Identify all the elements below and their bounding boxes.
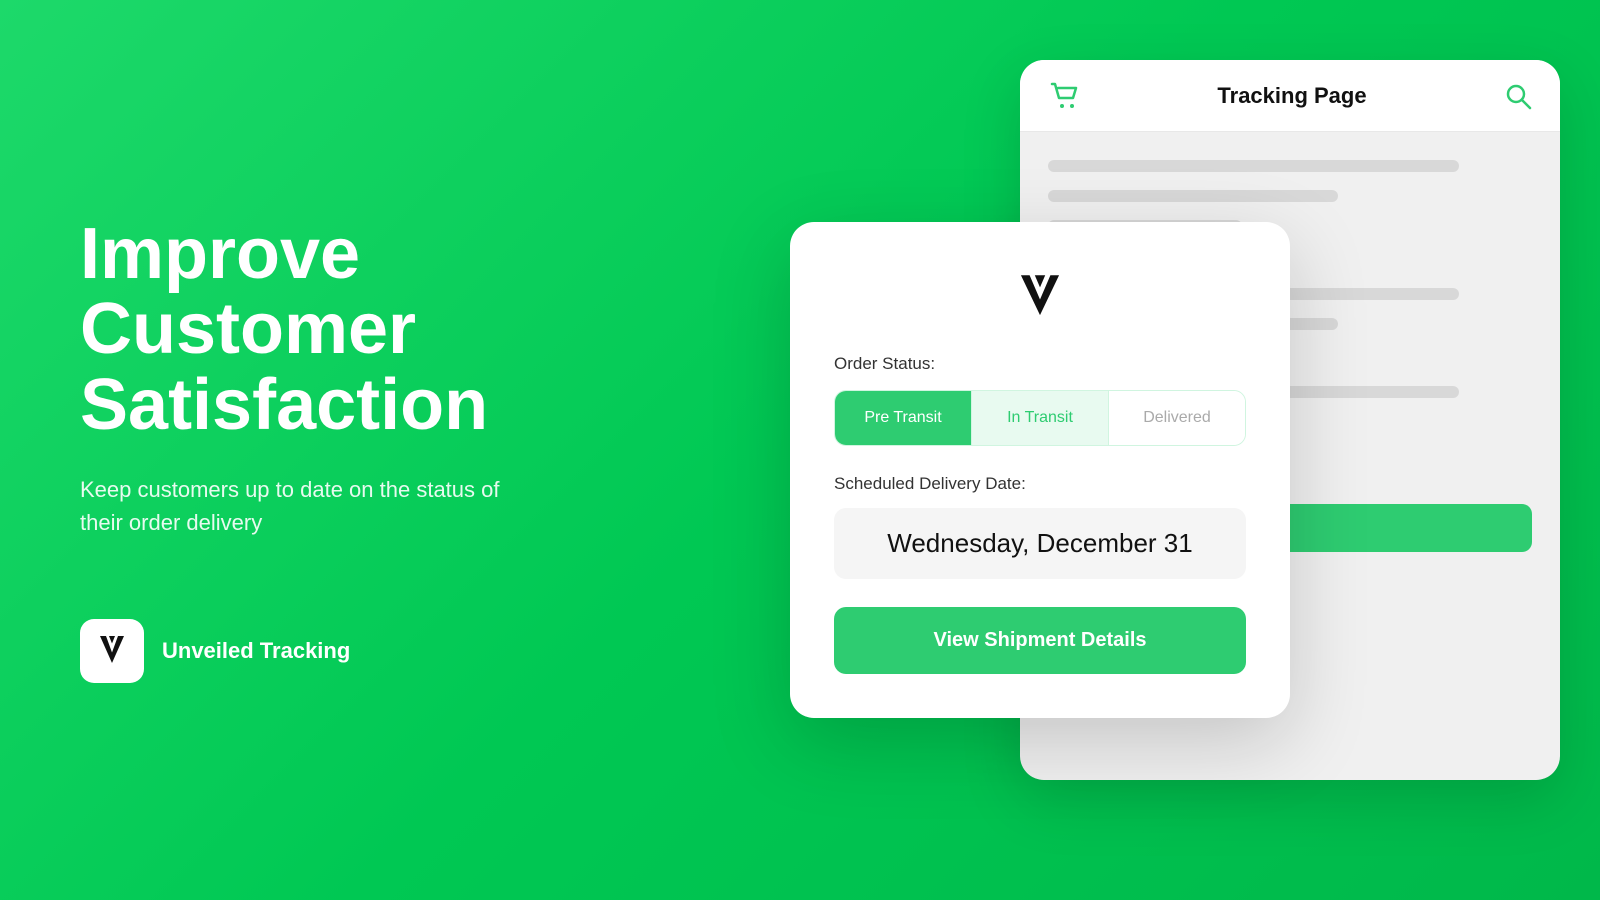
search-icon[interactable] [1504, 82, 1532, 110]
delivery-date-value: Wednesday, December 31 [887, 528, 1192, 558]
cart-icon [1048, 80, 1080, 112]
brand-name: Unveiled Tracking [162, 638, 350, 664]
headline: Improve Customer Satisfaction [80, 217, 540, 444]
skeleton-line-1 [1048, 160, 1459, 172]
tab-delivered[interactable]: Delivered [1109, 391, 1245, 445]
order-status-label: Order Status: [834, 354, 1246, 374]
delivery-date-label: Scheduled Delivery Date: [834, 474, 1246, 494]
delivery-date-box: Wednesday, December 31 [834, 508, 1246, 579]
brand-row: Unveiled Tracking [80, 619, 540, 683]
subheadline: Keep customers up to date on the status … [80, 473, 500, 539]
left-section: Improve Customer Satisfaction Keep custo… [0, 0, 600, 900]
tracking-page-header: Tracking Page [1020, 60, 1560, 132]
skeleton-line-2 [1048, 190, 1338, 202]
card-logo-container [834, 270, 1246, 322]
view-shipment-button[interactable]: View Shipment Details [834, 607, 1246, 674]
brand-logo-box [80, 619, 144, 683]
right-section: Tracking Page [600, 0, 1600, 900]
status-tabs: Pre Transit In Transit Delivered [834, 390, 1246, 446]
tracking-page-title: Tracking Page [1217, 83, 1366, 109]
brand-logo-icon [94, 633, 130, 669]
card-logo-icon [1014, 270, 1066, 322]
tab-in-transit[interactable]: In Transit [971, 391, 1109, 445]
tab-pre-transit[interactable]: Pre Transit [835, 391, 971, 445]
main-card: Order Status: Pre Transit In Transit Del… [790, 222, 1290, 718]
